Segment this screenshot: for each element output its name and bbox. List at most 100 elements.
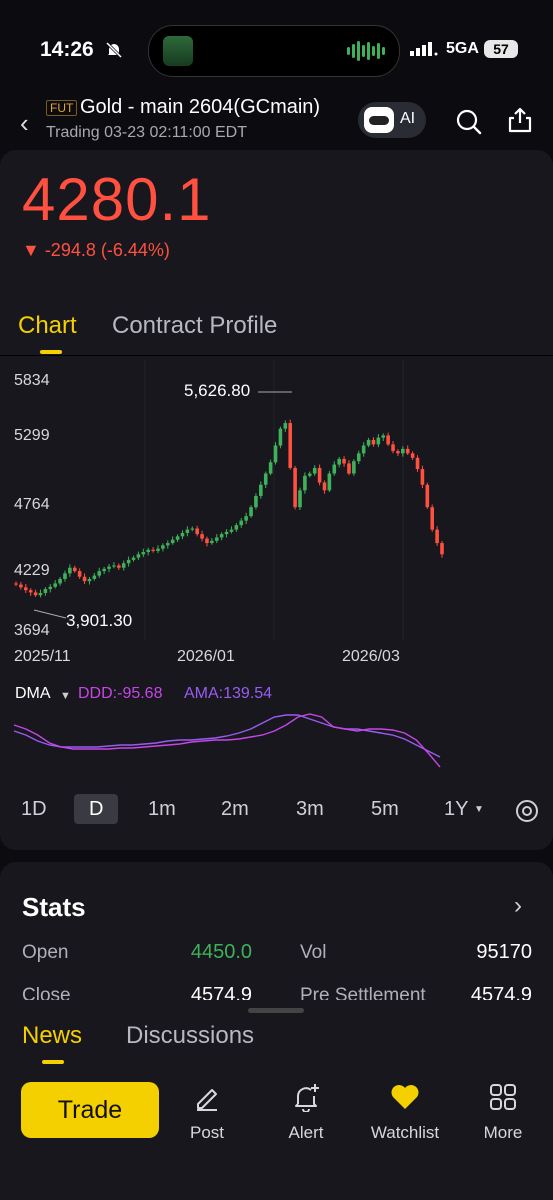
price-chart[interactable] [0,360,553,640]
indicator-ddd: DDD:-95.68 [78,685,163,702]
grid-icon [490,1084,516,1110]
stat-value-vol: 95170 [476,941,532,963]
news-tab-indicator [42,1060,64,1064]
candle [244,516,248,521]
candle [249,507,253,517]
candle [33,592,38,596]
pencil-icon [197,1089,217,1111]
tab-news[interactable]: News [22,1022,82,1050]
candle [332,464,337,474]
ai-label: AI [400,110,416,127]
timeframe-dropdown-icon[interactable]: ▼ [474,804,484,815]
nav-watchlist-label: Watchlist [370,1123,440,1142]
status-time: 14:26 [40,38,94,61]
candle [234,525,239,530]
ai-assistant-button[interactable]: AI [358,102,426,138]
candle [278,428,283,446]
candle [239,520,244,526]
nav-post[interactable]: Post [167,1082,247,1143]
candle [224,531,229,535]
candle [440,543,444,555]
nav-watchlist[interactable]: Watchlist [365,1082,445,1143]
instrument-title: Gold - main 2604(GCmain) [80,96,321,118]
candle [347,463,351,474]
indicator-name[interactable]: DMA [15,685,51,703]
candle [273,445,278,463]
sheet-handle[interactable] [248,1008,304,1013]
candle [200,534,204,539]
candle [58,578,62,584]
candle [151,549,155,551]
ama-line [13,714,441,758]
candle [121,563,126,568]
timeframe-1m[interactable]: 1m [148,798,176,821]
candle [391,444,395,452]
candle [68,567,72,574]
candle [38,592,43,596]
candle [317,467,322,483]
candle [263,473,268,485]
nav-more[interactable]: More [463,1082,543,1143]
candle [19,584,23,588]
candle [214,537,219,541]
dynamic-island [148,25,400,77]
last-price: 4280.1 [22,166,212,233]
dropdown-icon[interactable]: ▼ [60,690,71,702]
tab-contract-profile[interactable]: Contract Profile [112,312,277,340]
candle [77,571,82,577]
candle [190,528,195,530]
candle [28,590,33,593]
tab-discussions[interactable]: Discussions [126,1022,254,1050]
timeframe-2m[interactable]: 2m [221,798,249,821]
share-icon[interactable] [506,106,534,134]
bell-plus-icon [295,1084,319,1113]
back-chevron-icon[interactable]: ‹ [20,108,29,139]
candle [381,435,386,438]
candle [175,536,180,540]
candle [136,554,141,558]
candle [117,565,121,568]
chart-settings-icon[interactable] [514,798,540,824]
stat-label-vol: Vol [300,942,327,963]
x-tick: 2026/01 [177,648,235,665]
timeframe-d[interactable]: D [89,798,103,821]
tab-indicator [40,350,62,354]
timeframe-3m[interactable]: 3m [296,798,324,821]
candle [420,469,425,485]
candle [283,423,288,429]
nav-more-label: More [483,1123,523,1142]
candles [14,419,444,598]
ddd-line [13,713,441,768]
candle [268,462,273,474]
timeframe-5m[interactable]: 5m [371,798,399,821]
network-type: 5GA [446,40,479,57]
candle [405,448,410,454]
candle [53,583,57,587]
candle [259,484,263,496]
candle [112,565,116,567]
candle [327,473,332,491]
candle [386,435,390,445]
candle [48,586,53,590]
search-icon[interactable] [455,108,483,136]
timeframe-1y[interactable]: 1Y [444,798,468,821]
candle [322,482,327,491]
candle [107,566,111,569]
trade-button[interactable]: Trade [21,1082,159,1138]
audio-wave-icon [347,40,385,62]
tab-chart[interactable]: Chart [18,312,77,340]
nav-alert[interactable]: Alert [266,1082,346,1143]
low-annotation: 3,901.30 [66,611,133,630]
candle [303,475,307,491]
chevron-right-icon[interactable]: › [514,892,522,920]
candle [165,543,170,546]
bell-muted-icon [105,41,123,59]
battery-level: 57 [484,40,518,58]
low-leader [33,609,67,619]
indicator-ama: AMA:139.54 [184,685,273,702]
candle [366,439,371,446]
candle [97,571,102,576]
timeframe-1d[interactable]: 1D [21,798,47,821]
signal-icon [410,42,438,56]
price-change: ▼ -294.8 (-6.44%) [22,240,170,260]
